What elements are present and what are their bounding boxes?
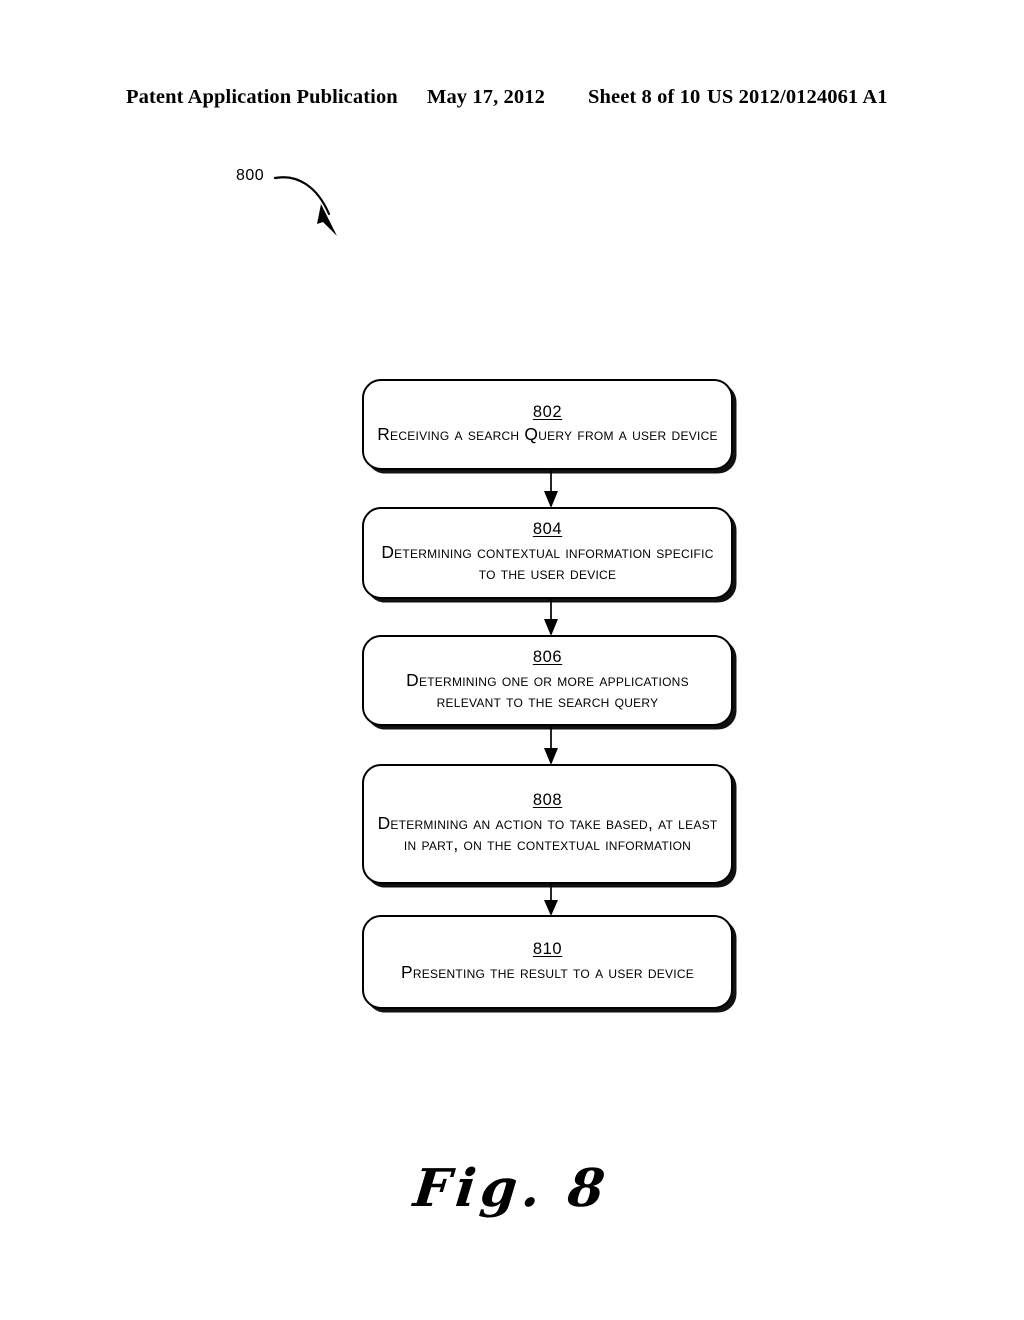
flowchart-step-808: 808 Determining an action to take based,… <box>362 764 733 884</box>
figure-caption: Fig. 8 <box>0 1158 1024 1219</box>
flowchart-step-802: 802 Receiving a search Query from a user… <box>362 379 733 470</box>
flowchart-connector-804-to-806 <box>544 599 558 636</box>
flowchart-step-806: 806 Determining one or more applications… <box>362 635 733 726</box>
figure-caption-text: Fig. 8 <box>411 1158 613 1219</box>
flowchart-step-806-id: 806 <box>532 647 563 666</box>
flowchart-step-810: 810 Presenting the result to a user devi… <box>362 915 733 1009</box>
flowchart-connector-808-to-810 <box>544 884 558 916</box>
flowchart-connector-806-to-808 <box>544 726 558 765</box>
flowchart-step-810-id: 810 <box>532 940 563 959</box>
flowchart-step-804: 804 Determining contextual information s… <box>362 507 733 599</box>
flowchart-step-802-id: 802 <box>532 402 563 421</box>
flowchart-connector-802-to-804 <box>544 470 558 508</box>
flowchart-step-804-text: Determining contextual information speci… <box>381 542 714 584</box>
flowchart-step-804-id: 804 <box>532 520 563 539</box>
flowchart-diagram: 802 Receiving a search Query from a user… <box>0 0 1024 1060</box>
flowchart-step-802-text: Receiving a search Query from a user dev… <box>377 424 718 445</box>
flowchart-step-808-text: Determining an action to take based, at … <box>377 813 718 855</box>
flowchart-step-810-text: Presenting the result to a user device <box>400 961 695 982</box>
flowchart-step-806-text: Determining one or more applications rel… <box>406 669 689 711</box>
flowchart-step-808-id: 808 <box>532 791 563 810</box>
